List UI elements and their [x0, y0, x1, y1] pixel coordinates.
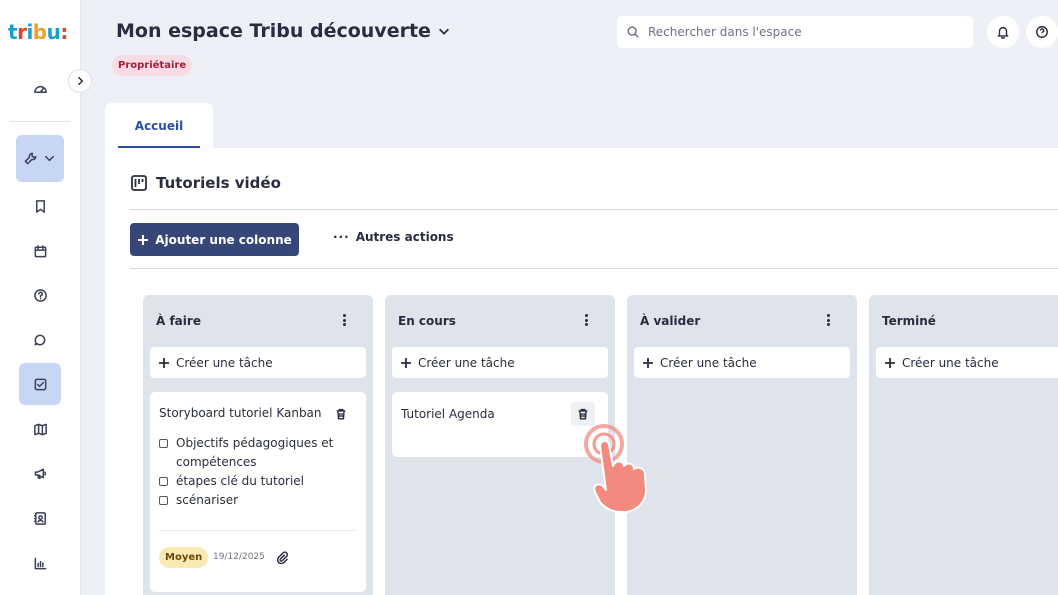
more-actions-label: Autres actions	[355, 230, 454, 244]
stats-icon[interactable]	[19, 542, 61, 584]
priority-badge: Moyen	[159, 547, 209, 568]
task-card-title: Tutoriel Agenda	[401, 407, 495, 421]
trash-icon[interactable]	[571, 402, 595, 426]
contacts-icon[interactable]	[19, 497, 61, 539]
column-menu-icon[interactable]	[582, 312, 590, 328]
more-actions-button[interactable]: ··· Autres actions	[333, 230, 454, 244]
wrench-icon	[24, 152, 37, 165]
section-title-text: Tutoriels vidéo	[156, 174, 281, 192]
task-card-title: Storyboard tutoriel Kanban	[159, 406, 322, 420]
section-divider	[130, 209, 1058, 210]
create-task-label: Créer une tâche	[660, 355, 757, 370]
search-icon	[627, 26, 639, 38]
create-task-button[interactable]: Créer une tâche	[634, 347, 850, 378]
column-title: En cours	[398, 314, 456, 328]
due-date: 19/12/2025	[213, 552, 265, 562]
create-task-button[interactable]: Créer une tâche	[392, 347, 608, 378]
search-bar[interactable]	[617, 16, 973, 48]
toolbar-divider	[130, 268, 1058, 269]
checklist-item[interactable]: Objectifs pédagogiques et compétences	[159, 434, 359, 472]
kanban-column-in-progress: En cours Créer une tâche Tutoriel Agenda	[385, 295, 615, 595]
checkbox[interactable]	[159, 439, 168, 448]
tribu-logo[interactable]: tribu:	[8, 20, 68, 44]
help-icon	[1036, 26, 1048, 38]
map-icon[interactable]	[19, 408, 61, 450]
chat-icon[interactable]	[19, 319, 61, 361]
task-card[interactable]: Tutoriel Agenda	[392, 392, 608, 457]
add-column-button[interactable]: Ajouter une colonne	[130, 223, 299, 256]
plus-icon	[138, 234, 149, 245]
column-title: Terminé	[882, 314, 936, 328]
checklist-item-text: Objectifs pédagogiques et compétences	[176, 436, 334, 469]
plus-icon	[885, 357, 895, 368]
card-divider	[159, 530, 355, 531]
calendar-icon[interactable]	[19, 230, 61, 272]
chevron-down-icon	[45, 155, 54, 162]
column-menu-icon[interactable]	[340, 312, 348, 328]
checkbox[interactable]	[159, 496, 168, 505]
create-task-label: Créer une tâche	[902, 355, 999, 370]
kanban-column-todo: À faire Créer une tâche Storyboard tutor…	[143, 295, 373, 595]
megaphone-icon[interactable]	[19, 452, 61, 494]
plus-icon	[401, 357, 411, 368]
tab-bar: Accueil	[105, 103, 1058, 148]
notifications-button[interactable]	[987, 16, 1019, 48]
kanban-column-to-validate: À valider Créer une tâche	[627, 295, 857, 595]
attachment-icon[interactable]	[275, 549, 291, 565]
dashboard-icon[interactable]	[19, 67, 61, 109]
bookmark-icon[interactable]	[19, 185, 61, 227]
create-task-label: Créer une tâche	[176, 355, 273, 370]
sidebar-expand-button[interactable]	[68, 69, 92, 93]
checklist-item[interactable]: scénariser	[159, 491, 238, 510]
tools-menu-button[interactable]	[16, 135, 64, 182]
checklist-item[interactable]: étapes clé du tutoriel	[159, 472, 304, 491]
search-input[interactable]	[648, 25, 948, 39]
checklist-item-text: scénariser	[176, 493, 239, 507]
space-title[interactable]: Mon espace Tribu découverte	[116, 20, 451, 42]
kanban-board-icon	[131, 175, 147, 191]
column-menu-icon[interactable]	[824, 312, 832, 328]
sidebar-divider	[10, 121, 70, 122]
add-column-label: Ajouter une colonne	[155, 232, 292, 247]
more-horizontal-icon: ···	[333, 230, 350, 244]
kanban-column-done: Terminé Créer une tâche	[869, 295, 1058, 595]
trash-icon[interactable]	[329, 402, 353, 426]
bell-icon	[997, 26, 1009, 39]
plus-icon	[643, 357, 653, 368]
task-card[interactable]: Storyboard tutoriel Kanban Objectifs péd…	[150, 392, 366, 592]
plus-icon	[159, 357, 169, 368]
space-title-text: Mon espace Tribu découverte	[116, 20, 431, 42]
column-title: À faire	[156, 314, 201, 328]
checklist-item-text: étapes clé du tutoriel	[176, 474, 305, 488]
tasks-icon[interactable]	[19, 363, 61, 405]
help-icon[interactable]	[19, 274, 61, 316]
sidebar: tribu:	[0, 0, 81, 595]
tab-accueil[interactable]: Accueil	[105, 103, 213, 148]
create-task-button[interactable]: Créer une tâche	[150, 347, 366, 378]
role-badge: Propriétaire	[112, 55, 193, 76]
column-title: À valider	[640, 314, 701, 328]
checkbox[interactable]	[159, 477, 168, 486]
chevron-down-icon	[438, 28, 449, 35]
chevron-right-icon	[77, 76, 84, 86]
section-title: Tutoriels vidéo	[130, 174, 281, 192]
create-task-label: Créer une tâche	[418, 355, 515, 370]
help-button[interactable]	[1026, 16, 1058, 48]
create-task-button[interactable]: Créer une tâche	[876, 347, 1058, 378]
